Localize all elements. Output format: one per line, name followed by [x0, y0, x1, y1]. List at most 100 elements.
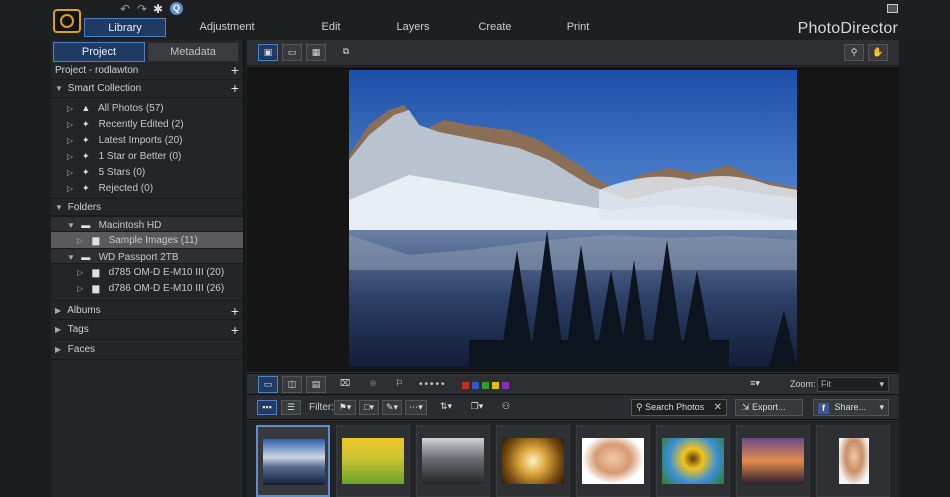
- share-label: Share...: [834, 402, 867, 412]
- face-tag-icon[interactable]: ⌧: [335, 376, 355, 393]
- smart-item-all-photos[interactable]: ▷ ▲ All Photos (57): [51, 100, 243, 116]
- tab-adjustment[interactable]: Adjustment: [166, 18, 288, 37]
- zoom-label: Zoom:: [790, 379, 816, 389]
- tab-print[interactable]: Print: [538, 18, 618, 37]
- rating-filter-icon[interactable]: ⋯▾: [405, 400, 427, 415]
- folders-header[interactable]: ▼ Folders: [51, 198, 243, 216]
- chevron-right-icon[interactable]: ▷: [67, 101, 77, 117]
- thumbnail-spiral[interactable]: [496, 425, 570, 497]
- star-rating-dots[interactable]: •••••: [419, 379, 447, 390]
- chevron-right-icon[interactable]: ▷: [67, 149, 77, 165]
- folder-sample-images[interactable]: ▷ ▆ Sample Images (11): [51, 232, 243, 248]
- help-icon[interactable]: Q: [170, 2, 183, 15]
- hand-icon[interactable]: ✋: [868, 44, 888, 61]
- flag-icon[interactable]: ⚐: [389, 376, 409, 393]
- smart-collection-header[interactable]: ▼ Smart Collection +: [51, 80, 243, 98]
- color-label-yellow[interactable]: [492, 382, 499, 389]
- color-label-red[interactable]: [462, 382, 469, 389]
- chevron-right-icon[interactable]: ▷: [67, 133, 77, 149]
- add-project-icon[interactable]: +: [231, 62, 239, 79]
- add-smart-collection-icon[interactable]: +: [231, 80, 239, 97]
- chevron-right-icon[interactable]: ▷: [77, 281, 87, 297]
- preview-photo: [349, 70, 797, 367]
- thumbnail-portrait[interactable]: [576, 425, 650, 497]
- export-button[interactable]: ⇲ Export...: [735, 399, 803, 416]
- tab-metadata[interactable]: Metadata: [147, 42, 239, 62]
- project-header[interactable]: Project - rodlawton +: [51, 62, 243, 80]
- compare-view-icon[interactable]: ▭: [282, 44, 302, 61]
- stack-icon[interactable]: ❐▾: [467, 400, 487, 415]
- undo-icon[interactable]: ↶: [120, 2, 130, 16]
- smart-item-5-stars[interactable]: ▷ ✦ 5 Stars (0): [51, 164, 243, 180]
- thumbnail-sunset[interactable]: [736, 425, 810, 497]
- faces-header[interactable]: ▶ Faces: [51, 340, 243, 360]
- chevron-right-icon[interactable]: ▷: [67, 117, 77, 133]
- drive-wd-passport[interactable]: ▼ ▬ WD Passport 2TB: [51, 248, 243, 264]
- zoom-select[interactable]: Fit ▾: [817, 377, 889, 392]
- sort-order-icon[interactable]: ⇅▾: [436, 400, 456, 415]
- grid-view-icon[interactable]: ▦: [306, 44, 326, 61]
- tags-header[interactable]: ▶ Tags +: [51, 320, 243, 340]
- smart-item-rejected[interactable]: ▷ ✦ Rejected (0): [51, 180, 243, 196]
- chevron-right-icon[interactable]: ▷: [77, 265, 87, 281]
- share-button[interactable]: f Share... ▾: [813, 399, 889, 416]
- color-filter-icon[interactable]: □▾: [359, 400, 379, 415]
- chevron-right-icon[interactable]: ▷: [67, 181, 77, 197]
- clear-search-icon[interactable]: ✕: [714, 400, 722, 415]
- chevron-right-icon[interactable]: ▶: [55, 340, 65, 360]
- thumbnail-bicycle[interactable]: [336, 425, 410, 497]
- filmstrip-view-icon[interactable]: ▭: [258, 376, 278, 393]
- add-face-icon[interactable]: ⊕: [363, 376, 383, 393]
- color-label-purple[interactable]: [502, 382, 509, 389]
- smart-item-1-star[interactable]: ▷ ✦ 1 Star or Better (0): [51, 148, 243, 164]
- add-album-icon[interactable]: +: [231, 301, 239, 321]
- tab-edit[interactable]: Edit: [288, 18, 374, 37]
- chevron-right-icon[interactable]: ▷: [77, 233, 87, 249]
- add-person-icon[interactable]: ⚇: [498, 400, 514, 415]
- color-label-green[interactable]: [482, 382, 489, 389]
- tab-library[interactable]: Library: [84, 18, 166, 37]
- add-tag-icon[interactable]: +: [231, 320, 239, 340]
- app-title: PhotoDirector: [797, 20, 898, 37]
- folder-d786[interactable]: ▷ ▆ d786 OM-D E-M10 III (26): [51, 280, 243, 296]
- gear-icon[interactable]: ✱: [153, 2, 163, 16]
- folders-label: Folders: [67, 202, 102, 213]
- chevron-down-icon[interactable]: ▾: [879, 400, 884, 415]
- thumbnail-mountain-lake[interactable]: [256, 425, 330, 497]
- tab-layers[interactable]: Layers: [374, 18, 452, 37]
- thumbnail-dark-landscape[interactable]: [416, 425, 490, 497]
- side-by-side-icon[interactable]: ◫: [282, 376, 302, 393]
- zoom-icon[interactable]: ⚲: [844, 44, 864, 61]
- second-monitor-icon[interactable]: ⧉: [336, 44, 356, 61]
- color-label-blue[interactable]: [472, 382, 479, 389]
- window-restore-icon[interactable]: [887, 4, 898, 13]
- chevron-right-icon[interactable]: ▶: [55, 320, 65, 340]
- chevron-down-icon[interactable]: ▼: [55, 80, 65, 98]
- search-input[interactable]: ⚲ Search Photos ✕: [631, 399, 727, 416]
- thumbnail-view-icon[interactable]: ▪▪▪: [257, 400, 277, 415]
- single-view-icon[interactable]: ▣: [258, 44, 278, 61]
- flag-filter-icon[interactable]: ⚑▾: [334, 400, 356, 415]
- thumbnail-sunflower[interactable]: [656, 425, 730, 497]
- edit-filter-icon[interactable]: ✎▾: [382, 400, 402, 415]
- photo-viewer[interactable]: [247, 67, 899, 372]
- panel-tabs: Project Metadata: [51, 40, 243, 62]
- list-item-label: 5 Stars (0): [98, 167, 146, 178]
- thumbnail-image: [263, 439, 325, 485]
- chevron-down-icon[interactable]: ▼: [55, 199, 65, 217]
- smart-item-latest-imports[interactable]: ▷ ✦ Latest Imports (20): [51, 132, 243, 148]
- chevron-right-icon[interactable]: ▷: [67, 165, 77, 181]
- drive-macintosh-hd[interactable]: ▼ ▬ Macintosh HD: [51, 216, 243, 232]
- albums-header[interactable]: ▶ Albums +: [51, 300, 243, 320]
- sort-icon[interactable]: ≡▾: [745, 376, 765, 393]
- thumbnail-face[interactable]: [816, 425, 890, 497]
- multi-view-icon[interactable]: ▤: [306, 376, 326, 393]
- app-logo: [53, 9, 81, 33]
- chevron-right-icon[interactable]: ▶: [55, 301, 65, 321]
- smart-item-recently-edited[interactable]: ▷ ✦ Recently Edited (2): [51, 116, 243, 132]
- tab-create[interactable]: Create: [452, 18, 538, 37]
- redo-icon[interactable]: ↷: [137, 2, 147, 16]
- list-view-icon[interactable]: ☰: [281, 400, 301, 415]
- folder-d785[interactable]: ▷ ▆ d785 OM-D E-M10 III (20): [51, 264, 243, 280]
- tab-project[interactable]: Project: [53, 42, 145, 62]
